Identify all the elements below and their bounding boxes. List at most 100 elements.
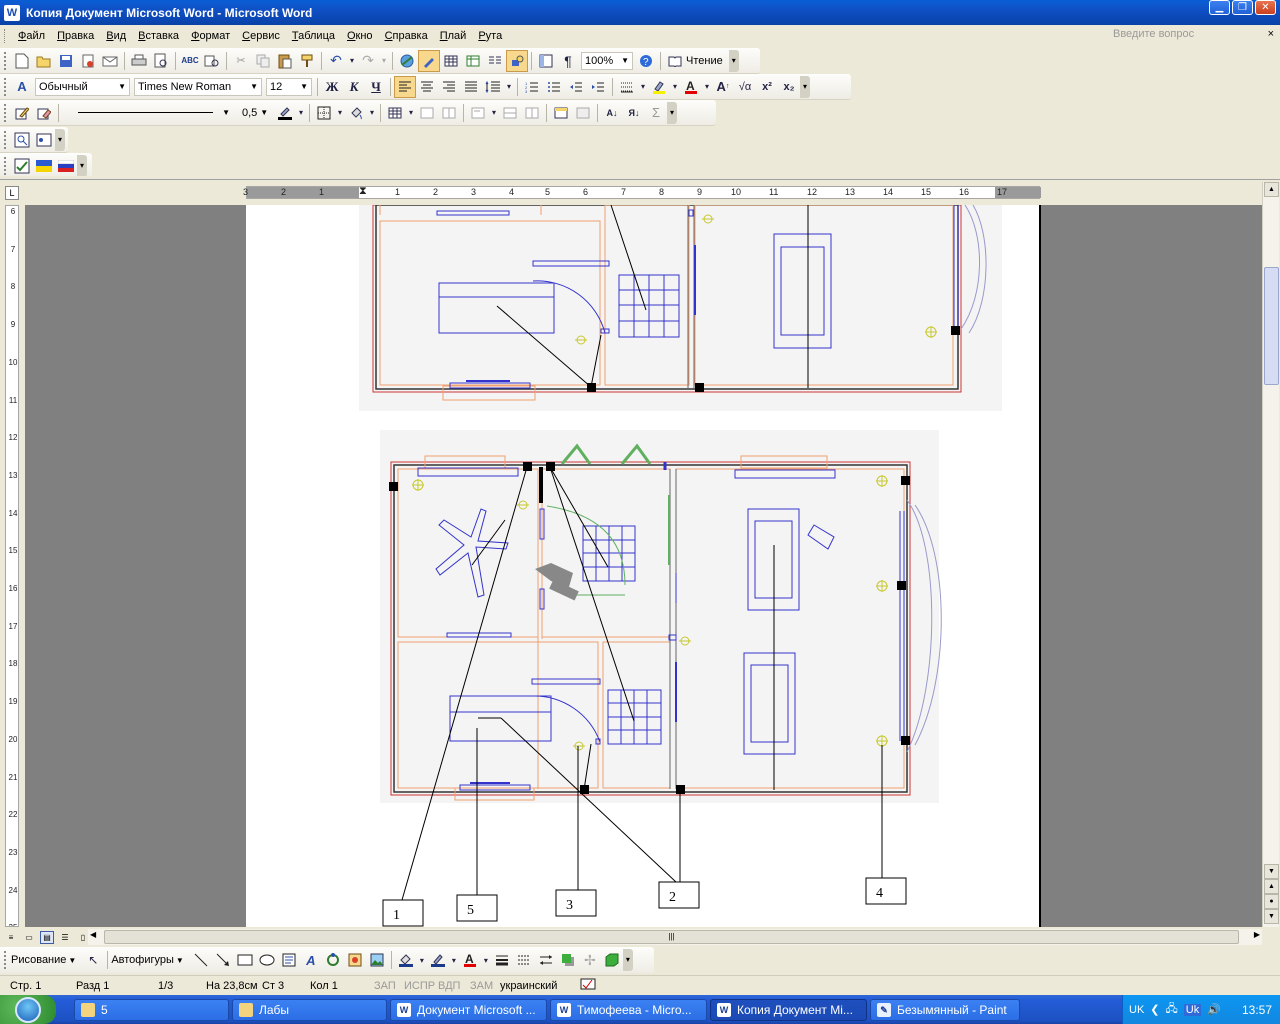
- help-icon[interactable]: ?: [635, 50, 657, 72]
- open-folder-icon[interactable]: [33, 50, 55, 72]
- scroll-down-icon[interactable]: ▼: [1264, 864, 1279, 879]
- keyboard-layout-icon[interactable]: Uk: [1183, 1003, 1202, 1016]
- tab-selector[interactable]: L: [5, 186, 19, 200]
- menu-view[interactable]: Вид: [100, 25, 132, 47]
- line-spacing-icon[interactable]: [482, 76, 504, 98]
- reading-mode-icon[interactable]: [664, 50, 686, 72]
- web-view-icon[interactable]: ▭: [22, 931, 36, 944]
- line-spacing-dropdown-icon[interactable]: ▾: [504, 76, 514, 98]
- save-icon[interactable]: [55, 50, 77, 72]
- volume-icon[interactable]: 🔊: [1207, 1003, 1221, 1016]
- bold-button[interactable]: Ж: [321, 76, 343, 98]
- format-painter-icon[interactable]: [296, 50, 318, 72]
- menu-edit[interactable]: Правка: [51, 25, 100, 47]
- 3d-box-icon[interactable]: [601, 949, 623, 971]
- font-color-icon[interactable]: A: [680, 76, 702, 98]
- reading-mode-button[interactable]: Чтение: [686, 55, 723, 67]
- toolbar-grip[interactable]: [4, 103, 8, 122]
- menu-help[interactable]: Справка: [379, 25, 434, 47]
- line-color-icon[interactable]: [427, 949, 449, 971]
- underline-button[interactable]: Ч: [365, 76, 387, 98]
- floor-plan-drawing[interactable]: 1 5 3 2 4: [246, 205, 1041, 927]
- show-hide-icon[interactable]: ¶: [557, 50, 579, 72]
- toolbar-options-icon[interactable]: ▾: [728, 49, 739, 72]
- indent-marker-icon[interactable]: ⧗: [359, 186, 367, 197]
- grow-font-icon[interactable]: A ↑: [712, 76, 734, 98]
- scroll-left-icon[interactable]: ◀: [90, 930, 96, 939]
- diagram-icon[interactable]: [322, 949, 344, 971]
- align-center-icon[interactable]: [416, 76, 438, 98]
- distribute-rows-icon[interactable]: [499, 102, 521, 124]
- arrow-tool-icon[interactable]: [212, 949, 234, 971]
- oval-tool-icon[interactable]: [256, 949, 278, 971]
- arrow-style-icon[interactable]: [535, 949, 557, 971]
- distribute-columns-icon[interactable]: [521, 102, 543, 124]
- drawing-icon[interactable]: [506, 49, 528, 72]
- dash-style-icon[interactable]: [513, 949, 535, 971]
- outline-view-icon[interactable]: ☰: [58, 931, 72, 944]
- eraser-icon[interactable]: [33, 102, 55, 124]
- select-browse-object-icon[interactable]: ●: [1264, 894, 1279, 909]
- spelling-icon[interactable]: ABC: [179, 50, 201, 72]
- bullets-icon[interactable]: [543, 76, 565, 98]
- chevron-down-icon[interactable]: ▼: [176, 956, 184, 965]
- menu-tools[interactable]: Сервис: [236, 25, 286, 47]
- spelling-status-icon[interactable]: [580, 977, 602, 994]
- ukrainian-flag-icon[interactable]: [33, 155, 55, 177]
- redo-dropdown-icon[interactable]: ▾: [379, 50, 389, 72]
- toolbar-grip[interactable]: [4, 51, 8, 70]
- textbox-tool-icon[interactable]: [278, 949, 300, 971]
- math-formula-icon[interactable]: √α: [734, 76, 756, 98]
- help-dropdown-icon[interactable]: ×: [1268, 28, 1274, 40]
- start-button[interactable]: [0, 995, 56, 1024]
- border-dropdown-icon[interactable]: ▾: [638, 76, 648, 98]
- borders-dropdown-icon[interactable]: ▾: [335, 102, 345, 124]
- justify-icon[interactable]: [460, 76, 482, 98]
- next-page-icon[interactable]: ▼: [1264, 909, 1279, 924]
- redo-icon[interactable]: ↷: [357, 50, 379, 72]
- align-cell-dropdown-icon[interactable]: ▾: [489, 102, 499, 124]
- horizontal-scroll-thumb[interactable]: |||: [104, 930, 1239, 944]
- minimize-button[interactable]: ▁: [1209, 0, 1230, 15]
- tray-expand-icon[interactable]: ❮: [1150, 1003, 1159, 1016]
- word-app-icon[interactable]: W: [4, 4, 20, 21]
- toolbar-options-icon[interactable]: ▾: [622, 949, 633, 971]
- taskbar-item[interactable]: W Тимофеева - Micro...: [550, 998, 707, 1021]
- taskbar-item[interactable]: 5: [74, 998, 229, 1021]
- taskbar-item[interactable]: ✎ Безымянный - Paint: [870, 998, 1020, 1021]
- font-size-select[interactable]: 12 ▼: [266, 77, 312, 96]
- change-text-direction-icon[interactable]: [572, 102, 594, 124]
- decrease-indent-icon[interactable]: [565, 76, 587, 98]
- insert-picture-icon[interactable]: [366, 949, 388, 971]
- numbering-icon[interactable]: 123: [521, 76, 543, 98]
- line-weight-select[interactable]: 0,5 ▼: [238, 104, 272, 122]
- email-icon[interactable]: [99, 50, 121, 72]
- status-ext[interactable]: ВДП: [438, 980, 470, 992]
- undo-icon[interactable]: ↶: [325, 50, 347, 72]
- shading-icon[interactable]: [345, 102, 367, 124]
- cut-icon[interactable]: ✂: [230, 50, 252, 72]
- autoshapes-menu-button[interactable]: Автофигуры: [111, 954, 174, 966]
- print-layout-icon[interactable]: ▤: [40, 930, 54, 944]
- menu-plai[interactable]: Плай: [434, 25, 473, 47]
- split-cells-icon[interactable]: [438, 102, 460, 124]
- research-icon[interactable]: [201, 50, 223, 72]
- macro-security-icon[interactable]: [11, 129, 33, 151]
- close-button[interactable]: ✕: [1255, 0, 1276, 15]
- clipart-icon[interactable]: [344, 949, 366, 971]
- scroll-right-icon[interactable]: ▶: [1254, 930, 1260, 939]
- toolbar-grip[interactable]: [4, 130, 8, 149]
- toolbar-grip[interactable]: [4, 156, 8, 175]
- font-select[interactable]: Times New Roman ▼: [134, 77, 262, 96]
- wordart-icon[interactable]: A: [300, 949, 322, 971]
- undo-dropdown-icon[interactable]: ▾: [347, 50, 357, 72]
- vertical-ruler[interactable]: 6 7 8 9 10 11 12 13 14 15 16 17 18 19 20 21 22 23 24 25: [5, 205, 19, 927]
- borders-icon[interactable]: [313, 102, 335, 124]
- toolbar-options-icon[interactable]: ▾: [800, 75, 810, 98]
- style-select[interactable]: Обычный ▼: [35, 77, 130, 96]
- print-icon[interactable]: [128, 50, 150, 72]
- menu-window[interactable]: Окно: [341, 25, 379, 47]
- toolbar-grip[interactable]: [4, 77, 8, 96]
- document-map-icon[interactable]: [535, 50, 557, 72]
- align-right-icon[interactable]: [438, 76, 460, 98]
